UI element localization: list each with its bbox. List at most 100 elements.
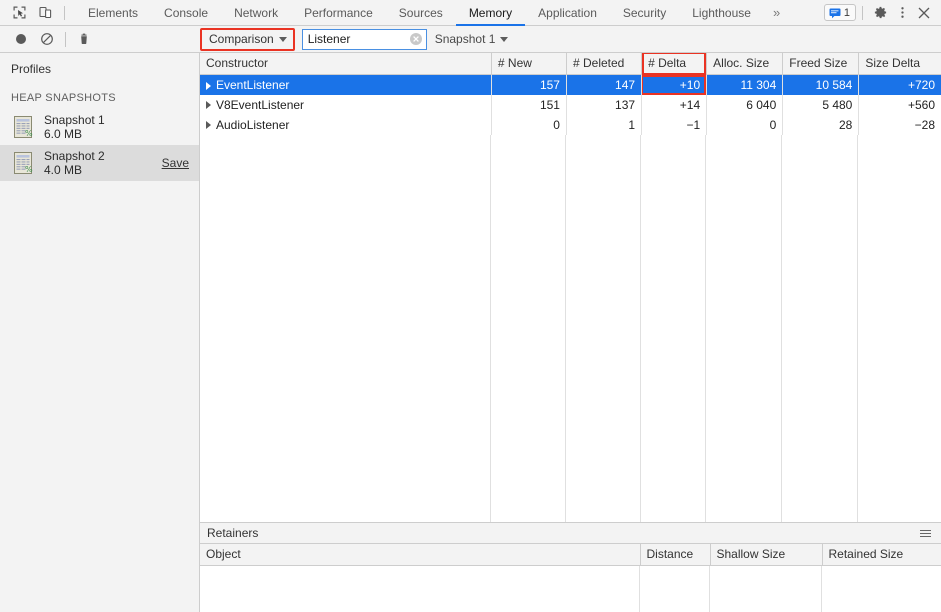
retainers-empty-area (200, 566, 941, 612)
column-label: Retained Size (828, 547, 904, 561)
cell-new: 151 (491, 94, 567, 115)
retainers-table-head: Object Distance Shallow Size Retained Si… (200, 544, 941, 566)
cell-freed-size: 10 584 (782, 74, 860, 95)
column-label: Shallow Size (716, 547, 786, 561)
tabbar-right-icons: 1 (823, 0, 941, 25)
comparison-select-highlight: Comparison (200, 27, 295, 51)
tab-label: Network (234, 5, 279, 20)
chevron-down-icon (500, 36, 509, 42)
tab-network[interactable]: Network (221, 0, 291, 25)
sidebar-item-snapshot-1[interactable]: % Snapshot 1 6.0 MB (0, 109, 199, 145)
cell-size-delta: +560 (907, 97, 935, 112)
tab-application[interactable]: Application (525, 0, 610, 25)
column-header-freed-size[interactable]: Freed Size (782, 53, 860, 75)
table-row[interactable]: AudioListener 0 1 −1 0 28 −28 (200, 114, 941, 135)
tab-performance[interactable]: Performance (291, 0, 386, 25)
tab-elements[interactable]: Elements (75, 0, 151, 25)
column-label: Object (206, 547, 241, 561)
message-count-badge[interactable]: 1 (823, 4, 856, 21)
tab-lighthouse[interactable]: Lighthouse (679, 0, 764, 25)
cell-constructor[interactable]: AudioListener (200, 114, 492, 135)
tab-sources[interactable]: Sources (386, 0, 456, 25)
cell-deleted: 147 (566, 74, 643, 95)
empty-col-new (491, 134, 566, 522)
column-header-size-delta[interactable]: Size Delta (858, 53, 941, 75)
clear-input-icon[interactable] (409, 32, 423, 46)
cell-constructor[interactable]: V8EventListener (200, 94, 492, 115)
profiles-sidebar: Profiles HEAP SNAPSHOTS % Snapshot 1 6.0… (0, 53, 200, 612)
snapshot-select[interactable]: Snapshot 1 (435, 32, 509, 46)
column-header-deleted[interactable]: # Deleted (566, 53, 643, 75)
clear-icon[interactable] (34, 27, 60, 51)
column-label: # Deleted (572, 56, 625, 70)
column-header-new[interactable]: # New (491, 53, 567, 75)
inspect-element-icon[interactable] (6, 1, 32, 25)
cell-size-delta: −28 (914, 117, 935, 132)
empty-col-retained-size (822, 566, 941, 612)
sidebar-title: Profiles (11, 62, 52, 76)
column-header-distance[interactable]: Distance (640, 544, 711, 566)
chevron-down-icon (278, 36, 287, 42)
cell-constructor[interactable]: EventListener (200, 74, 492, 95)
save-snapshot-link[interactable]: Save (162, 156, 189, 170)
panel-tabs: Elements Console Network Performance Sou… (75, 0, 824, 26)
tab-label: Application (538, 5, 597, 20)
device-toolbar-icon[interactable] (32, 1, 58, 25)
devtools-window: Elements Console Network Performance Sou… (0, 0, 941, 612)
tab-label: Memory (468, 5, 513, 20)
cell-size-delta: +720 (858, 74, 941, 95)
column-header-constructor[interactable]: Constructor (200, 53, 492, 75)
sidebar-item-texts: Snapshot 2 4.0 MB (44, 149, 156, 177)
cell-alloc-size: 11 304 (706, 74, 784, 95)
empty-col-distance (640, 566, 710, 612)
gear-icon[interactable] (869, 1, 891, 25)
empty-col-deleted (566, 134, 641, 522)
column-label: Alloc. Size (713, 56, 770, 70)
column-header-delta[interactable]: # Delta (641, 53, 708, 75)
tab-memory[interactable]: Memory (455, 0, 526, 26)
close-icon[interactable] (913, 1, 935, 25)
expand-triangle-icon[interactable] (206, 121, 211, 130)
record-icon[interactable] (8, 27, 34, 51)
comparison-select[interactable]: Comparison (202, 29, 293, 49)
table-row[interactable]: EventListener 157 147 +10 11 304 10 584 … (200, 74, 941, 95)
column-label: Size Delta (865, 56, 921, 70)
svg-text:%: % (25, 165, 33, 174)
tab-security[interactable]: Security (610, 0, 679, 25)
column-header-object[interactable]: Object (200, 544, 641, 566)
sidebar-item-size: 4.0 MB (44, 163, 83, 177)
toolbar-divider-right (862, 5, 863, 20)
table-row[interactable]: V8EventListener 151 137 +14 6 040 5 480 … (200, 94, 941, 115)
retainers-grid: Object Distance Shallow Size Retained Si… (200, 544, 941, 612)
recording-controls (0, 27, 97, 51)
heap-snapshot-icon: % (11, 114, 37, 140)
heap-snapshot-icon: % (11, 150, 37, 176)
constructor-name: AudioListener (216, 117, 290, 132)
toolbar-divider (65, 31, 66, 47)
memory-main: Constructor # New # Deleted # Delta Allo… (200, 53, 941, 612)
expand-triangle-icon[interactable] (206, 101, 211, 110)
comparison-select-value: Comparison (209, 32, 274, 46)
tab-console[interactable]: Console (151, 0, 221, 25)
column-header-shallow-size[interactable]: Shallow Size (710, 544, 823, 566)
constructors-grid: Constructor # New # Deleted # Delta Allo… (200, 53, 941, 522)
kebab-menu-icon[interactable] (891, 1, 913, 25)
column-label: # New (497, 56, 532, 70)
tabbar-left-icons (0, 0, 75, 25)
more-tabs-button[interactable]: » (764, 0, 789, 25)
column-header-retained-size[interactable]: Retained Size (822, 544, 941, 566)
tab-label: Lighthouse (692, 5, 751, 20)
class-filter-input[interactable] (307, 32, 409, 46)
sidebar-item-name: Snapshot 1 (44, 113, 105, 127)
expand-triangle-icon[interactable] (206, 81, 211, 90)
column-header-alloc-size[interactable]: Alloc. Size (706, 53, 784, 75)
sidebar-item-texts: Snapshot 1 6.0 MB (44, 113, 189, 141)
sidebar-item-snapshot-2[interactable]: % Snapshot 2 4.0 MB Save (0, 145, 199, 181)
constructor-name: EventListener (216, 77, 290, 92)
hamburger-menu-icon[interactable] (918, 528, 933, 539)
empty-col-size-delta (858, 135, 941, 523)
trash-icon[interactable] (71, 27, 97, 51)
class-filter-field[interactable] (301, 28, 427, 50)
column-label: # Delta (648, 56, 687, 70)
retainers-header-row: Object Distance Shallow Size Retained Si… (200, 544, 941, 566)
